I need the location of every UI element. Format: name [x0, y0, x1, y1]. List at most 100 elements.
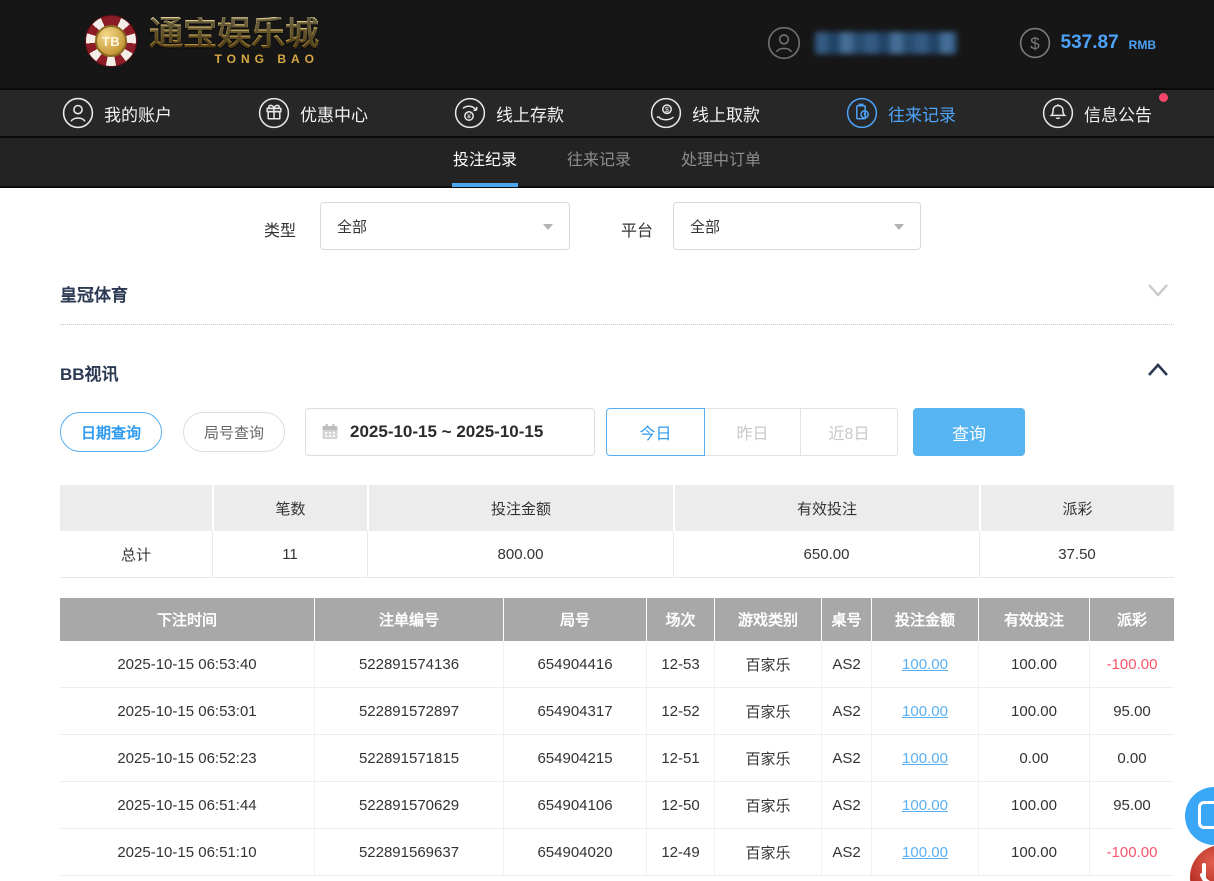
user-area: $ 537.87 RMB [767, 26, 1156, 60]
cell-table: AS2 [821, 782, 871, 828]
summary-header-count: 笔数 [212, 485, 367, 531]
chip-monogram: TB [95, 25, 127, 57]
last-8-days-button[interactable]: 近8日 [800, 408, 898, 456]
calendar-icon [320, 422, 340, 442]
today-button[interactable]: 今日 [606, 408, 705, 456]
deposit-icon: ¥ [454, 97, 486, 129]
service-widget-red[interactable] [1190, 845, 1214, 881]
cell-table: AS2 [821, 688, 871, 734]
nav-item-transaction-records[interactable]: 往来记录 [846, 97, 956, 129]
table-row: 2025-10-15 06:52:23 522891571815 6549042… [60, 735, 1174, 782]
table-row: 2025-10-15 06:51:10 522891569637 6549040… [60, 829, 1174, 876]
yesterday-button[interactable]: 昨日 [704, 408, 801, 456]
bet-amount-link[interactable]: 100.00 [902, 844, 948, 861]
cell-payout: -100.00 [1089, 641, 1174, 687]
dollar-coin-icon: $ [1019, 27, 1051, 59]
nav-item-announcements[interactable]: 信息公告 [1042, 97, 1152, 129]
cell-valid: 0.00 [978, 735, 1089, 781]
cell-round-no: 654904020 [503, 829, 646, 875]
cell-table: AS2 [821, 829, 871, 875]
cell-time: 2025-10-15 06:52:23 [60, 735, 314, 781]
date-range-value: 2025-10-15 ~ 2025-10-15 [350, 422, 543, 442]
platform-filter-label: 平台 [621, 217, 653, 241]
col-header-bet: 投注金额 [871, 598, 978, 641]
quick-range-group: 今日 昨日 近8日 [606, 408, 898, 456]
summary-table: 笔数 投注金额 有效投注 派彩 总计 11 800.00 650.00 37.5… [60, 485, 1174, 578]
bet-table-header-row: 下注时间 注单编号 局号 场次 游戏类别 桌号 投注金额 有效投注 派彩 [60, 598, 1174, 641]
col-header-order-no: 注单编号 [314, 598, 503, 641]
type-select-value: 全部 [337, 216, 367, 237]
nav-label: 我的账户 [104, 101, 172, 126]
summary-header-payout: 派彩 [979, 485, 1174, 531]
brand-text: 通宝娱乐城 TONG BAO [149, 17, 319, 65]
cell-valid: 100.00 [978, 829, 1089, 875]
sub-nav: 投注纪录 往来记录 处理中订单 [0, 138, 1214, 188]
table-row: 2025-10-15 06:51:44 522891570629 6549041… [60, 782, 1174, 829]
summary-valid-bet-value: 650.00 [673, 531, 979, 577]
round-query-toggle[interactable]: 局号查询 [183, 412, 285, 452]
chevron-up-icon[interactable] [1146, 360, 1170, 380]
col-header-valid: 有效投注 [978, 598, 1089, 641]
col-header-payout: 派彩 [1089, 598, 1174, 641]
bell-icon [1042, 97, 1074, 129]
cell-time: 2025-10-15 06:51:10 [60, 829, 314, 875]
date-query-toggle[interactable]: 日期查询 [60, 412, 162, 452]
cell-order-no: 522891569637 [314, 829, 503, 875]
records-icon [846, 97, 878, 129]
summary-payout-value: 37.50 [979, 531, 1174, 577]
bet-table: 下注时间 注单编号 局号 场次 游戏类别 桌号 投注金额 有效投注 派彩 202… [60, 598, 1174, 876]
nav-label: 线上存款 [496, 101, 564, 126]
balance: $ 537.87 RMB [1019, 27, 1156, 59]
tab-bet-records[interactable]: 投注纪录 [451, 137, 519, 187]
balance-currency: RMB [1129, 38, 1156, 52]
cell-table: AS2 [821, 735, 871, 781]
nav-item-promotions[interactable]: 优惠中心 [258, 97, 368, 129]
summary-header-blank [60, 485, 212, 531]
poker-chip-icon: TB [85, 15, 137, 67]
summary-total-row: 总计 11 800.00 650.00 37.50 [60, 531, 1174, 578]
chevron-down-icon[interactable] [1146, 280, 1170, 300]
cell-valid: 100.00 [978, 782, 1089, 828]
platform-select[interactable]: 全部 [673, 202, 921, 250]
cell-order-no: 522891571815 [314, 735, 503, 781]
bet-amount-link[interactable]: 100.00 [902, 797, 948, 814]
gift-icon [258, 97, 290, 129]
cell-time: 2025-10-15 06:53:40 [60, 641, 314, 687]
col-header-table: 桌号 [821, 598, 871, 641]
summary-header-bet-amount: 投注金额 [367, 485, 673, 531]
platform-select-value: 全部 [690, 216, 720, 237]
tab-transaction-records[interactable]: 往来记录 [565, 137, 633, 187]
search-button[interactable]: 查询 [913, 408, 1025, 456]
balance-amount: 537.87 [1061, 32, 1119, 54]
summary-total-label: 总计 [60, 531, 212, 577]
nav-item-withdraw[interactable]: $ 线上取款 [650, 97, 760, 129]
caret-down-icon [894, 224, 904, 230]
customer-service-button[interactable] [1185, 787, 1214, 845]
nav-label: 往来记录 [888, 101, 956, 126]
brand-name: 通宝娱乐城 [149, 17, 319, 51]
cell-round-no: 654904416 [503, 641, 646, 687]
cell-session: 12-51 [646, 735, 714, 781]
svg-text:$: $ [1030, 34, 1040, 53]
date-range-input[interactable]: 2025-10-15 ~ 2025-10-15 [305, 408, 595, 456]
nav-item-deposit[interactable]: ¥ 线上存款 [454, 97, 564, 129]
dotted-divider [60, 324, 1174, 325]
nav-label: 线上取款 [692, 101, 760, 126]
account-icon [62, 97, 94, 129]
tab-pending-orders[interactable]: 处理中订单 [679, 137, 763, 187]
section-title-crown-sports[interactable]: 皇冠体育 [60, 281, 128, 306]
cell-time: 2025-10-15 06:53:01 [60, 688, 314, 734]
bet-amount-link[interactable]: 100.00 [902, 656, 948, 673]
cell-round-no: 654904317 [503, 688, 646, 734]
cell-payout: 95.00 [1089, 782, 1174, 828]
bet-amount-link[interactable]: 100.00 [902, 750, 948, 767]
summary-header-row: 笔数 投注金额 有效投注 派彩 [60, 485, 1174, 531]
table-row: 2025-10-15 06:53:40 522891574136 6549044… [60, 641, 1174, 688]
bet-amount-link[interactable]: 100.00 [902, 703, 948, 720]
section-title-bb-live[interactable]: BB视讯 [60, 360, 119, 385]
nav-item-my-account[interactable]: 我的账户 [62, 97, 172, 129]
cell-game: 百家乐 [714, 641, 821, 687]
withdraw-icon: $ [650, 97, 682, 129]
brand-subtitle: TONG BAO [149, 53, 319, 65]
type-select[interactable]: 全部 [320, 202, 570, 250]
